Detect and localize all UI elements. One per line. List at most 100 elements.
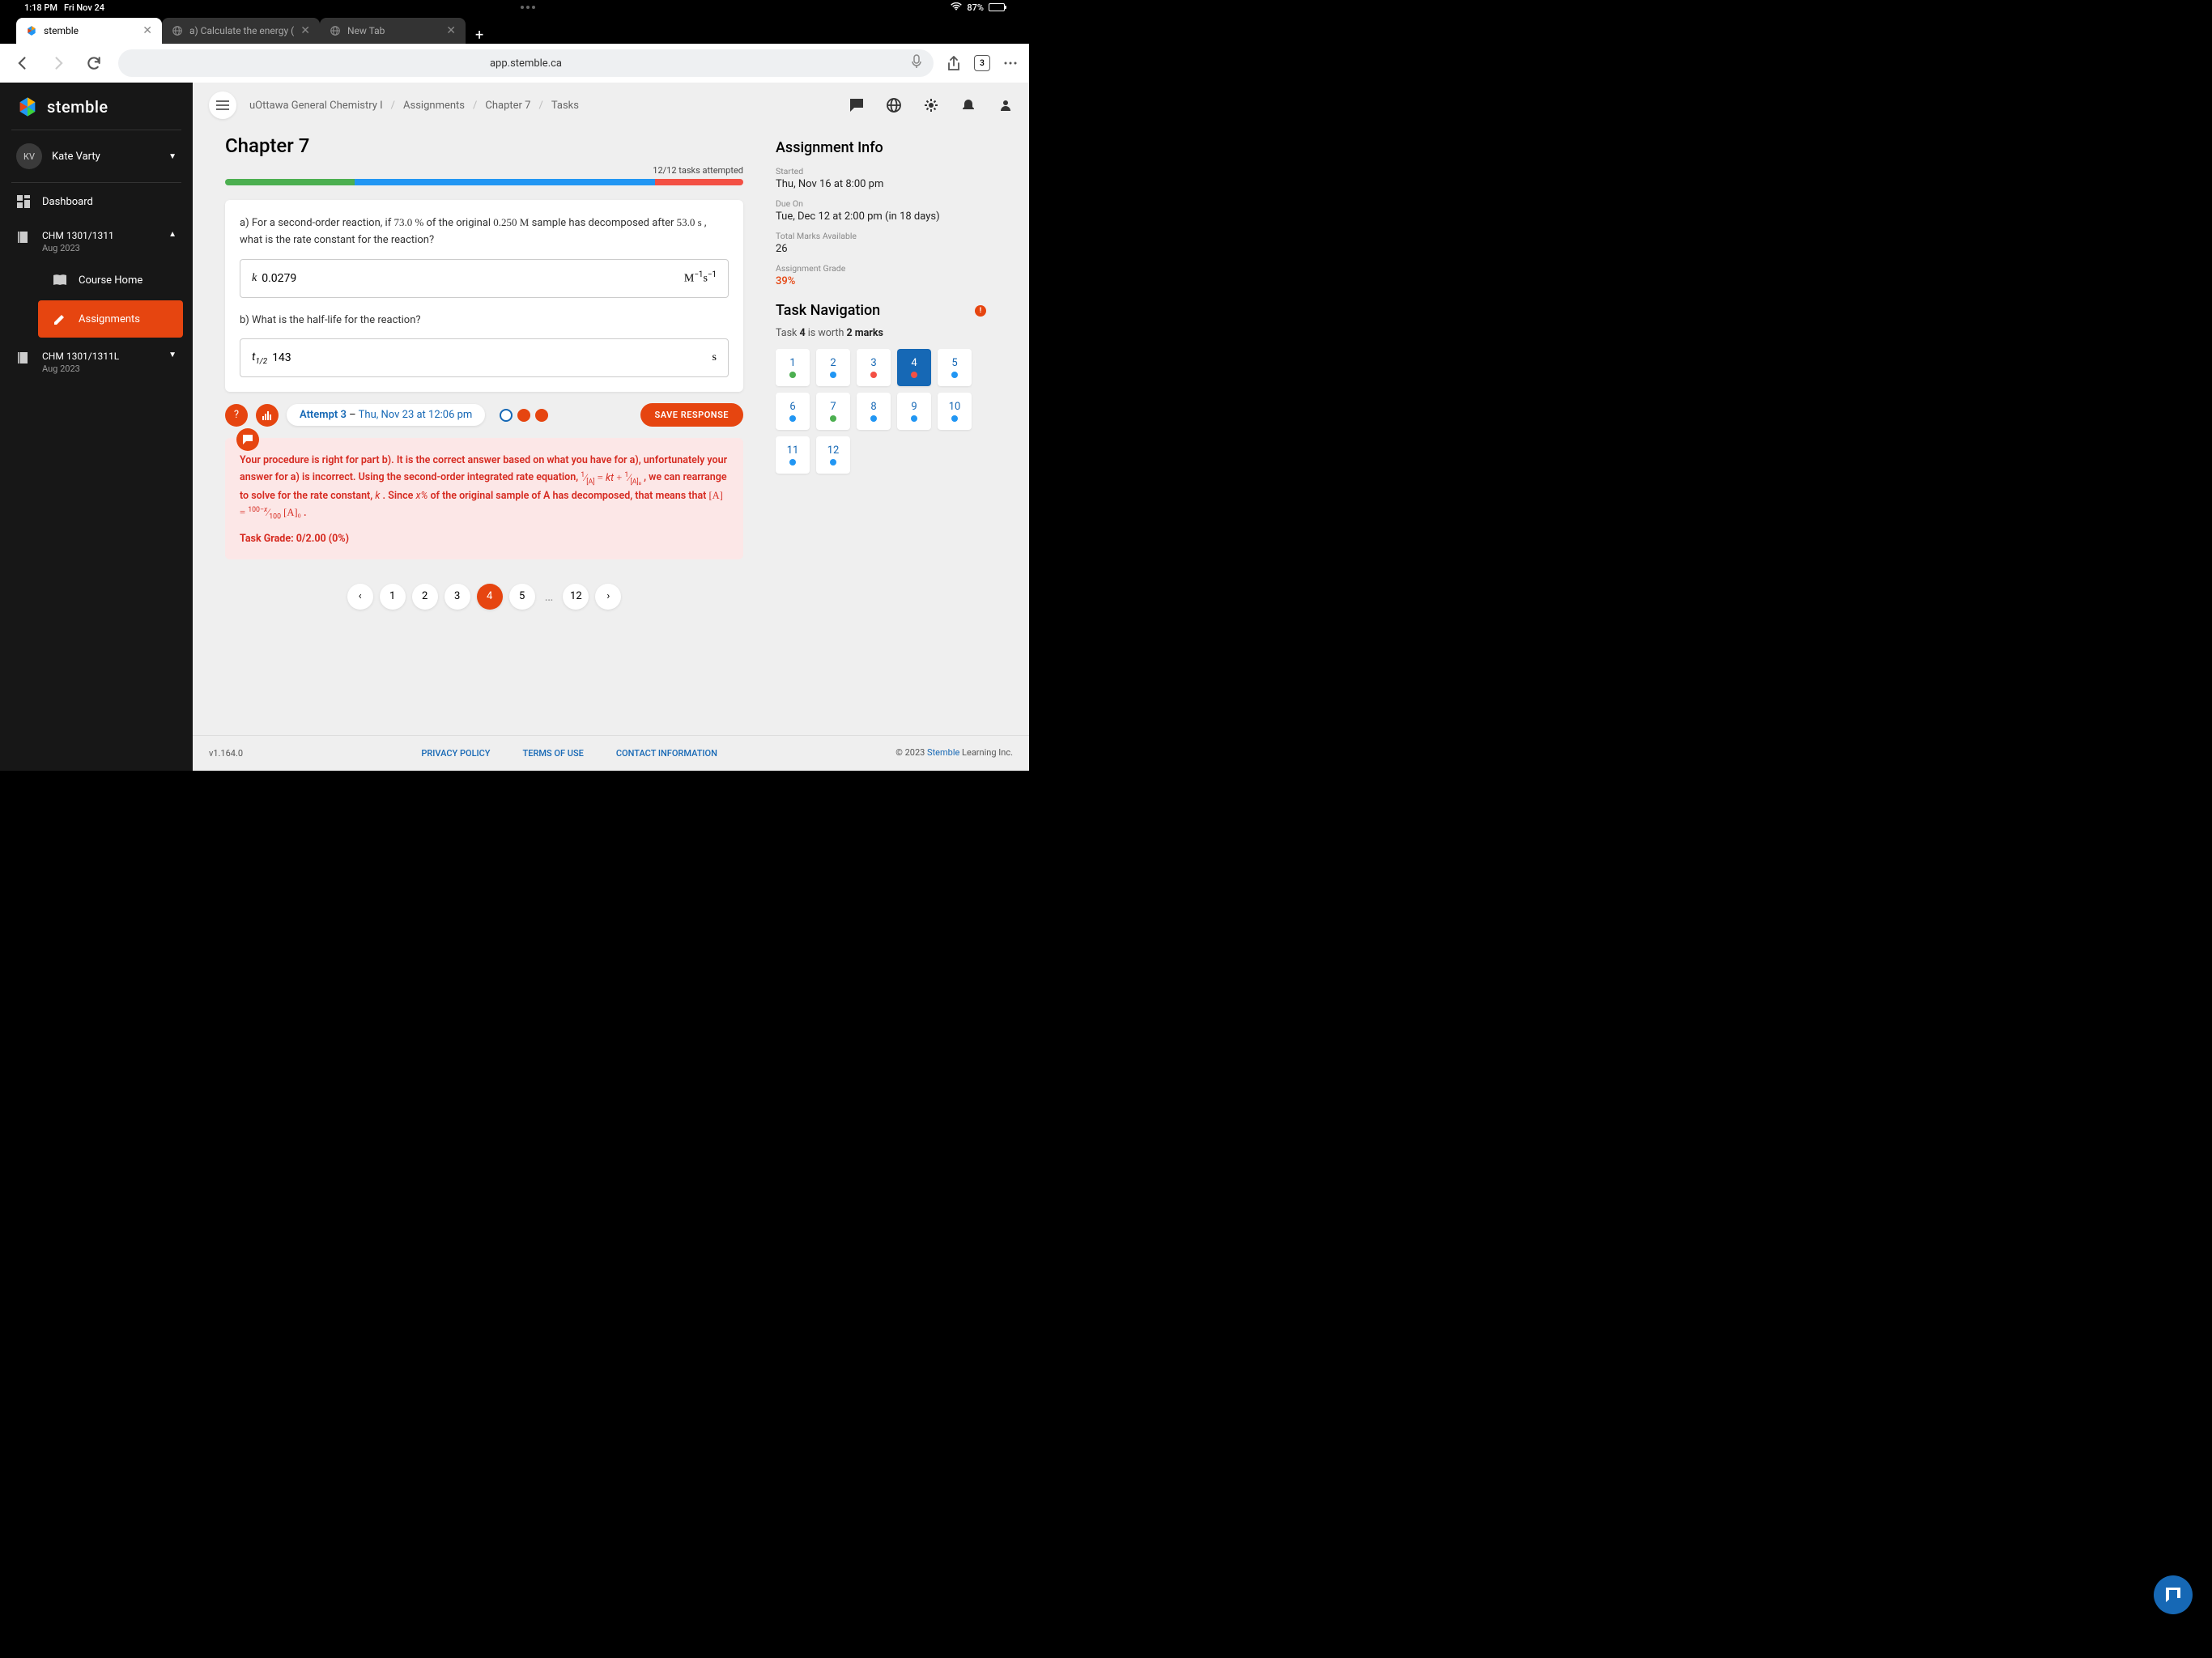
task-cell-8[interactable]: 8 bbox=[857, 393, 891, 430]
page-5[interactable]: 5 bbox=[509, 584, 535, 610]
open-book-icon bbox=[53, 273, 67, 287]
user-menu[interactable]: KV Kate Varty ▼ bbox=[0, 130, 193, 182]
support-chat-button[interactable] bbox=[2154, 1575, 2193, 1614]
answer-input-b[interactable]: t1/2 143 s bbox=[240, 338, 729, 377]
page-4[interactable]: 4 bbox=[477, 584, 503, 610]
profile-icon[interactable] bbox=[998, 98, 1013, 113]
browser-tab-active[interactable]: stemble ✕ bbox=[16, 18, 162, 44]
status-time: 1:18 PM bbox=[24, 2, 57, 13]
share-icon[interactable] bbox=[946, 56, 961, 70]
more-icon[interactable] bbox=[1003, 56, 1018, 70]
notifications-icon[interactable] bbox=[961, 98, 976, 113]
reload-button[interactable] bbox=[83, 52, 105, 74]
ios-status-bar: 1:18 PM Fri Nov 24 87% bbox=[0, 0, 1029, 15]
course-chm1301l[interactable]: CHM 1301/1311L Aug 2023 ▼ bbox=[0, 341, 193, 384]
feedback-text: Your procedure is right for part b). It … bbox=[240, 453, 729, 522]
assignment-info-panel: Assignment Info Started Thu, Nov 16 at 8… bbox=[776, 134, 986, 735]
breadcrumb-item[interactable]: Chapter 7 bbox=[485, 100, 530, 112]
breadcrumb-item: Tasks bbox=[551, 100, 579, 112]
page-prev[interactable]: ‹ bbox=[347, 584, 373, 610]
language-icon[interactable] bbox=[887, 98, 901, 113]
question-b: b) What is the half-life for the reactio… bbox=[240, 312, 729, 329]
attempts-label: 12/12 tasks attempted bbox=[225, 165, 743, 176]
task-cell-1[interactable]: 1 bbox=[776, 349, 810, 386]
multitask-dots[interactable] bbox=[521, 6, 535, 9]
breadcrumb-item[interactable]: Assignments bbox=[403, 100, 465, 112]
task-cell-4[interactable]: 4 bbox=[897, 349, 931, 386]
back-button[interactable] bbox=[11, 52, 34, 74]
close-tab-icon[interactable]: ✕ bbox=[143, 24, 152, 37]
task-cell-11[interactable]: 11 bbox=[776, 436, 810, 474]
hamburger-button[interactable] bbox=[209, 91, 236, 119]
battery-icon bbox=[989, 3, 1005, 11]
chevron-down-icon: ▼ bbox=[168, 351, 177, 359]
nav-course-home[interactable]: Course Home bbox=[28, 263, 193, 297]
marks-value: 26 bbox=[776, 243, 986, 255]
close-tab-icon[interactable]: ✕ bbox=[446, 24, 456, 37]
progress-bar bbox=[225, 179, 743, 185]
task-cell-5[interactable]: 5 bbox=[938, 349, 972, 386]
page-last[interactable]: 12 bbox=[563, 584, 589, 610]
task-cell-10[interactable]: 10 bbox=[938, 393, 972, 430]
unit-a: M−1s−1 bbox=[684, 270, 717, 286]
task-cell-12[interactable]: 12 bbox=[816, 436, 850, 474]
page-title: Chapter 7 bbox=[225, 134, 743, 157]
started-value: Thu, Nov 16 at 8:00 pm bbox=[776, 178, 986, 190]
attempt-dot[interactable] bbox=[535, 409, 548, 422]
chevron-down-icon: ▼ bbox=[168, 152, 177, 161]
new-tab-button[interactable]: + bbox=[466, 27, 493, 44]
address-bar[interactable]: app.stemble.ca bbox=[118, 49, 934, 77]
pagination: ‹ 1 2 3 4 5 … 12 › bbox=[225, 584, 743, 610]
globe-icon bbox=[172, 25, 183, 36]
tasknav-title: Task Navigation bbox=[776, 302, 880, 319]
task-grade: Task Grade: 0/2.00 (0%) bbox=[240, 533, 729, 545]
nav-assignments[interactable]: Assignments bbox=[38, 300, 183, 338]
globe-icon bbox=[330, 25, 341, 36]
tab-count-button[interactable]: 3 bbox=[974, 55, 990, 71]
footer-privacy[interactable]: PRIVACY POLICY bbox=[421, 748, 490, 759]
nav-dashboard[interactable]: Dashboard bbox=[0, 183, 193, 220]
help-button[interactable]: ? bbox=[225, 404, 248, 427]
answer-value-b: 143 bbox=[272, 351, 291, 364]
answer-input-a[interactable]: k 0.0279 M−1s−1 bbox=[240, 259, 729, 298]
browser-tab[interactable]: New Tab ✕ bbox=[320, 18, 466, 44]
attempt-dot[interactable] bbox=[517, 409, 530, 422]
page-3[interactable]: 3 bbox=[445, 584, 470, 610]
copyright: © 2023 Stemble Learning Inc. bbox=[895, 747, 1013, 759]
task-cell-9[interactable]: 9 bbox=[897, 393, 931, 430]
chat-icon[interactable] bbox=[849, 98, 864, 113]
home-indicator[interactable] bbox=[1057, 1652, 1155, 1655]
brand-logo[interactable]: stemble bbox=[0, 96, 193, 130]
footer-terms[interactable]: TERMS OF USE bbox=[523, 748, 584, 759]
grade-value: 39% bbox=[776, 275, 986, 287]
task-worth: Task 4 is worth 2 marks bbox=[776, 327, 986, 339]
tab-title: stemble bbox=[44, 25, 79, 36]
user-name: Kate Varty bbox=[52, 151, 100, 163]
task-cell-2[interactable]: 2 bbox=[816, 349, 850, 386]
page-ellipsis: … bbox=[542, 589, 557, 604]
attempt-selector[interactable]: Attempt 3 – Thu, Nov 23 at 12:06 pm bbox=[287, 404, 485, 426]
breadcrumb: uOttawa General Chemistry I/ Assignments… bbox=[249, 100, 579, 112]
footer-contact[interactable]: CONTACT INFORMATION bbox=[616, 748, 717, 759]
browser-tab[interactable]: a) Calculate the energy ( ✕ bbox=[162, 18, 320, 44]
avatar: KV bbox=[16, 143, 42, 169]
page-1[interactable]: 1 bbox=[380, 584, 406, 610]
page-next[interactable]: › bbox=[595, 584, 621, 610]
page-2[interactable]: 2 bbox=[412, 584, 438, 610]
save-response-button[interactable]: SAVE RESPONSE bbox=[640, 403, 743, 427]
stats-button[interactable] bbox=[256, 404, 279, 427]
version: v1.164.0 bbox=[209, 748, 243, 759]
task-cell-3[interactable]: 3 bbox=[857, 349, 891, 386]
feedback-icon bbox=[236, 428, 259, 451]
task-cell-6[interactable]: 6 bbox=[776, 393, 810, 430]
info-icon[interactable]: ! bbox=[975, 305, 986, 317]
course-chm1301[interactable]: CHM 1301/1311 Aug 2023 ▲ bbox=[0, 220, 193, 263]
settings-icon[interactable] bbox=[924, 98, 938, 113]
mic-icon[interactable] bbox=[911, 54, 922, 72]
attempt-dot[interactable] bbox=[500, 409, 513, 422]
task-cell-7[interactable]: 7 bbox=[816, 393, 850, 430]
close-tab-icon[interactable]: ✕ bbox=[300, 24, 310, 37]
forward-button[interactable] bbox=[47, 52, 70, 74]
question-card: a) For a second-order reaction, if 73.0 … bbox=[225, 200, 743, 392]
breadcrumb-item[interactable]: uOttawa General Chemistry I bbox=[249, 100, 383, 112]
